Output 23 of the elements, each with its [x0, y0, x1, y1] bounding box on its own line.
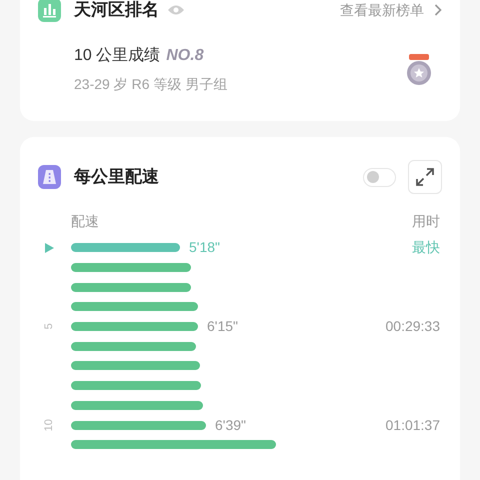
split-time: 01:01:37	[386, 416, 441, 435]
pace-value: 6'39"	[215, 416, 246, 435]
group-label: 23-29 岁 R6 等级 男子组	[74, 75, 228, 94]
ranking-title: 天河区排名	[74, 0, 159, 22]
chevron-right-icon[interactable]	[434, 4, 442, 16]
result-label: 10 公里成绩	[74, 46, 160, 66]
latest-ranking-link[interactable]: 查看最新榜单	[340, 0, 424, 20]
pace-value: 6'15"	[207, 317, 238, 336]
km-label: 5	[42, 324, 56, 330]
expand-icon	[416, 168, 434, 186]
road-icon	[38, 165, 61, 189]
km-label: 10	[42, 418, 56, 432]
split-time: 00:29:33	[386, 317, 441, 336]
pace-title: 每公里配速	[74, 166, 159, 188]
medal-icon	[406, 54, 432, 86]
expand-button[interactable]	[408, 160, 442, 194]
time-column-header: 用时	[412, 212, 440, 231]
rank-number: NO.8	[166, 46, 204, 66]
pace-value: 5'18"	[189, 238, 220, 258]
pace-column-header: 配速	[71, 212, 99, 231]
split-time: 最快	[412, 238, 441, 258]
toggle-switch[interactable]	[363, 168, 396, 186]
eye-icon[interactable]	[167, 4, 185, 16]
